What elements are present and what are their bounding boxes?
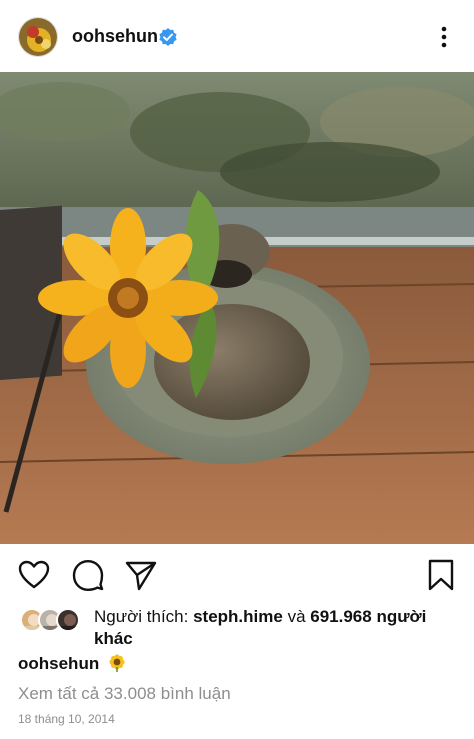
likes-summary: Người thích: steph.hime và 691.968 người… [0, 602, 474, 650]
send-icon[interactable] [124, 558, 158, 592]
post-username[interactable]: oohsehun [72, 26, 158, 47]
view-all-comments-link[interactable]: Xem tất cả 33.008 bình luận [18, 684, 231, 704]
sunflower-icon [108, 654, 126, 672]
caption-username[interactable]: oohsehun [18, 654, 99, 673]
liker-avatars[interactable] [20, 608, 86, 634]
post-header: oohsehun [0, 0, 474, 72]
liker-avatar [56, 608, 80, 632]
liker-username[interactable]: steph.hime [193, 607, 283, 626]
more-options-icon[interactable] [432, 24, 456, 50]
verified-badge-icon [158, 27, 178, 47]
likes-prefix: Người thích: [94, 607, 189, 626]
likes-text: Người thích: steph.hime và 691.968 người… [94, 606, 464, 650]
bookmark-icon[interactable] [424, 558, 458, 592]
post-actions [0, 552, 474, 596]
heart-icon[interactable] [17, 558, 51, 592]
profile-avatar[interactable] [18, 17, 58, 57]
caption: oohsehun [18, 654, 126, 674]
post-photo[interactable] [0, 72, 474, 544]
post-date: 18 tháng 10, 2014 [18, 712, 115, 726]
likes-conjunction: và [287, 607, 306, 626]
comment-icon[interactable] [71, 558, 105, 592]
